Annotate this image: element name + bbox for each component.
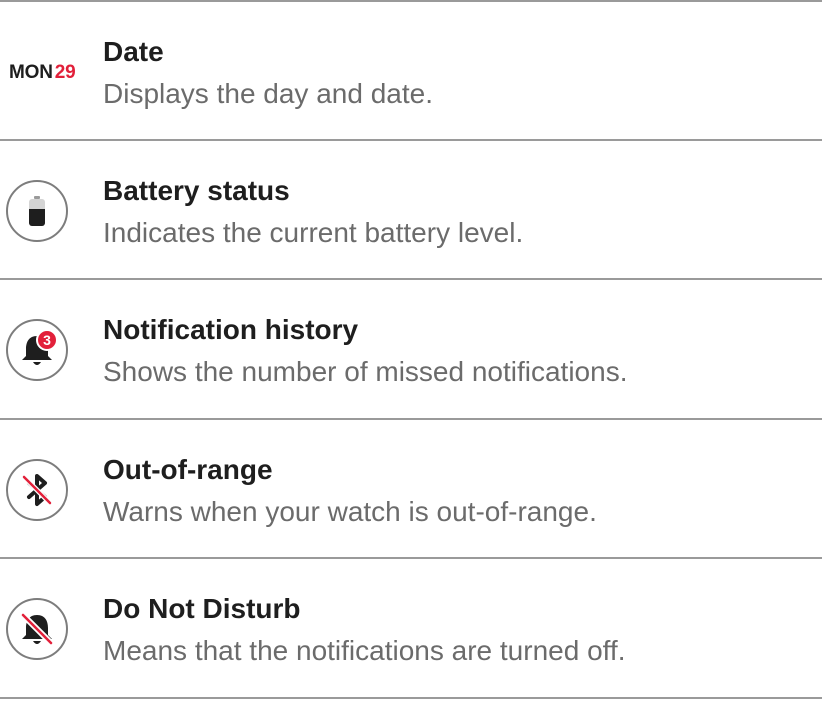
item-title: Out-of-range <box>103 454 273 485</box>
list-item-notification-history: 3 Notification history Shows the number … <box>0 280 822 418</box>
item-description: Shows the number of missed notifications… <box>103 356 628 387</box>
bell-off-icon <box>6 598 68 660</box>
bell-badge-icon: 3 <box>6 319 68 381</box>
item-description: Warns when your watch is out-of-range. <box>103 496 597 527</box>
list-item-do-not-disturb: Do Not Disturb Means that the notificati… <box>0 559 822 697</box>
item-description: Indicates the current battery level. <box>103 217 524 248</box>
list-item-battery-status: Battery status Indicates the current bat… <box>0 141 822 279</box>
notification-badge-count: 3 <box>43 332 51 348</box>
divider <box>0 697 822 699</box>
calendar-date-icon: MON 29 <box>9 62 76 84</box>
date-icon-number: 29 <box>54 62 76 83</box>
bluetooth-off-icon <box>6 459 68 521</box>
item-title: Do Not Disturb <box>103 593 301 624</box>
item-title: Notification history <box>103 314 359 345</box>
battery-icon <box>6 180 68 242</box>
date-icon-day: MON <box>9 62 53 83</box>
list-item-out-of-range: Out-of-range Warns when your watch is ou… <box>0 420 822 558</box>
item-description: Displays the day and date. <box>103 78 433 109</box>
item-title: Battery status <box>103 175 290 206</box>
list-item-date: MON 29 Date Displays the day and date. <box>0 2 822 140</box>
item-description: Means that the notifications are turned … <box>103 635 626 666</box>
item-title: Date <box>103 36 164 67</box>
